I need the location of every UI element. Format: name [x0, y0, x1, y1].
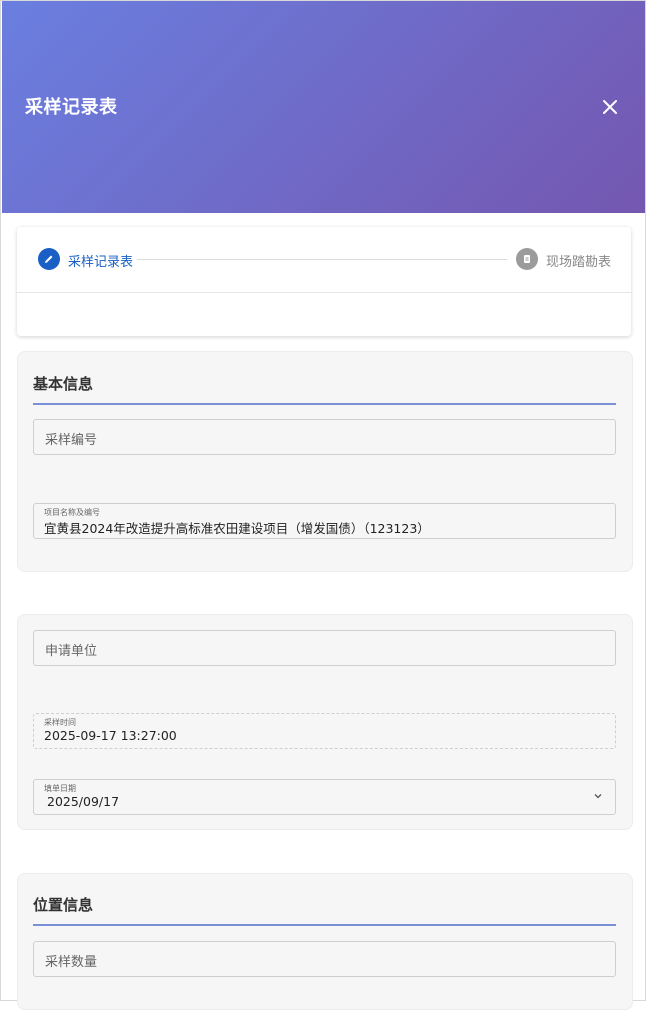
applicant-field[interactable]: 申请单位: [33, 630, 616, 666]
location-info-section: 位置信息 采样数量: [17, 873, 633, 1010]
stepper: 采样记录表 现场踏勘表: [17, 227, 631, 293]
sample-time-field[interactable]: 采样时间 2025-09-17 13:27:00: [33, 713, 616, 749]
sample-no-field[interactable]: 采样编号: [33, 419, 616, 455]
stepper-card: 采样记录表 现场踏勘表: [17, 227, 631, 336]
close-button[interactable]: [599, 96, 621, 118]
applicant-placeholder: 申请单位: [45, 644, 98, 659]
sample-time-value: 2025-09-17 13:27:00: [44, 728, 177, 743]
section-divider: [33, 924, 616, 926]
chevron-down-icon: [594, 794, 602, 799]
section-title-location: 位置信息: [33, 896, 94, 914]
close-icon: [603, 100, 617, 114]
dialog-title: 采样记录表: [25, 97, 118, 118]
sample-qty-field[interactable]: 采样数量: [33, 941, 616, 977]
step-sampling-record[interactable]: 采样记录表: [68, 251, 133, 270]
fill-date-value: 2025/09/17: [47, 794, 120, 809]
sample-time-label: 采样时间: [44, 718, 76, 727]
project-field[interactable]: 项目名称及编号 宜黄县2024年改造提升高标准农田建设项目（增发国债）（1231…: [33, 503, 616, 539]
project-label: 项目名称及编号: [44, 508, 100, 517]
step-site-survey[interactable]: 现场踏勘表: [546, 251, 611, 270]
section-title-basic: 基本信息: [33, 375, 94, 393]
project-value: 宜黄县2024年改造提升高标准农田建设项目（增发国债）（123123）: [44, 521, 430, 536]
pencil-icon[interactable]: [38, 248, 60, 270]
fill-date-select[interactable]: 填单日期 2025/09/17: [33, 779, 616, 815]
fill-date-label: 填单日期: [44, 784, 76, 793]
applicant-section: 申请单位 采样时间 2025-09-17 13:27:00 填单日期 2025/…: [17, 614, 633, 830]
clipboard-icon[interactable]: [516, 248, 538, 270]
section-divider: [33, 403, 616, 405]
step-connector: [137, 259, 507, 260]
dialog-header: 采样记录表: [2, 1, 645, 213]
basic-info-section: 基本信息 采样编号 项目名称及编号 宜黄县2024年改造提升高标准农田建设项目（…: [17, 351, 633, 572]
sample-qty-placeholder: 采样数量: [45, 955, 98, 970]
sample-no-placeholder: 采样编号: [45, 433, 98, 448]
